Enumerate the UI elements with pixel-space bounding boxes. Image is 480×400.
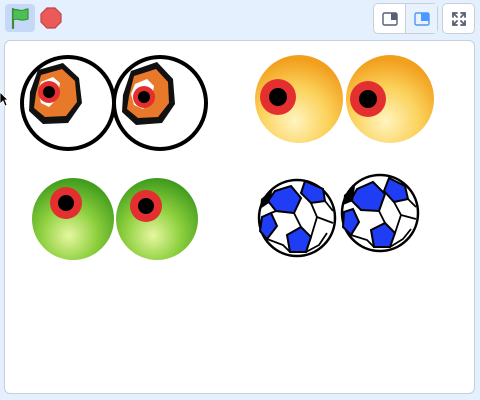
- stage-size-toggle: [373, 3, 438, 34]
- stop-sign-icon: [40, 7, 62, 29]
- green-flag-button[interactable]: [5, 4, 35, 32]
- soccer-ball-right: [340, 173, 420, 253]
- small-stage-icon: [381, 11, 398, 26]
- stage-sprites: [20, 55, 434, 260]
- sprite-orange-eyes[interactable]: [255, 55, 434, 143]
- normal-stage-icon: [413, 11, 430, 26]
- green-flag-icon: [11, 7, 29, 29]
- fullscreen-button[interactable]: [442, 3, 475, 34]
- sprite-soccer-ball-eyes[interactable]: [257, 173, 420, 258]
- sprite-cartoon-eyes[interactable]: [20, 55, 208, 151]
- cartoon-eye-right: [112, 55, 208, 151]
- stage-canvas[interactable]: [4, 40, 475, 394]
- sprite-green-eyes[interactable]: [32, 178, 198, 260]
- fullscreen-icon: [451, 11, 466, 26]
- stop-button[interactable]: [37, 4, 65, 32]
- soccer-ball-left: [257, 178, 337, 258]
- cartoon-eye-left: [20, 55, 116, 151]
- stage-toolbar: [0, 0, 480, 38]
- small-stage-button[interactable]: [374, 4, 406, 33]
- orange-eye-right: [346, 55, 434, 143]
- normal-stage-button[interactable]: [406, 4, 437, 33]
- green-eye-left: [32, 178, 114, 260]
- green-eye-right: [116, 178, 198, 260]
- orange-eye-left: [255, 55, 343, 143]
- mouse-cursor-icon: [0, 92, 8, 107]
